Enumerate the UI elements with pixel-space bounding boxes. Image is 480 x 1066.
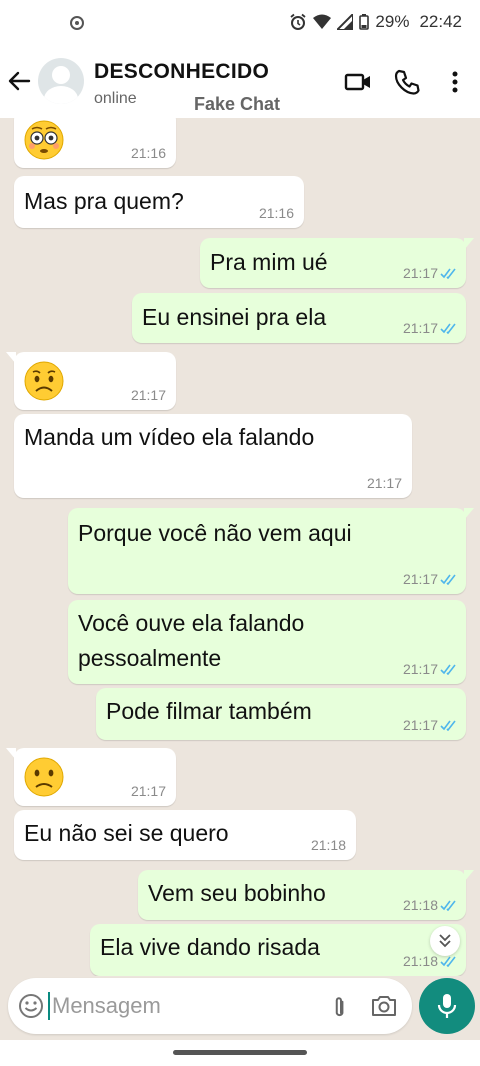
message-text: Porque você não vem aqui (78, 520, 352, 546)
message-incoming[interactable]: Manda um vídeo ela falando 21:17 (14, 414, 412, 498)
bubble-tail (464, 870, 474, 882)
message-text: Pode filmar também (106, 698, 312, 724)
message-text: Pra mim ué (210, 249, 328, 275)
message-time: 21:18 (402, 897, 438, 913)
message-outgoing[interactable]: Vem seu bobinho 21:18 (138, 870, 474, 920)
message-time: 21:17 (366, 475, 402, 491)
bubble-tail (464, 238, 474, 250)
bubble-tail (6, 748, 16, 760)
flushed-face-emoji (24, 120, 64, 160)
message-outgoing[interactable]: Ela vive dando risada 21:18 (90, 924, 466, 976)
camera-icon[interactable] (370, 993, 398, 1019)
message-outgoing[interactable]: Pra mim ué 21:17 (200, 238, 474, 288)
status-bar: 29% 22:42 (0, 0, 480, 46)
attach-icon[interactable] (328, 993, 354, 1019)
message-incoming[interactable]: Mas pra quem? 21:16 (14, 176, 304, 228)
message-incoming[interactable]: Eu não sei se quero 21:18 (14, 810, 356, 860)
signal-icon (337, 14, 354, 30)
message-composer (8, 978, 412, 1034)
message-time: 21:17 (402, 717, 438, 733)
home-gesture-handle[interactable] (173, 1050, 307, 1055)
slightly-frowning-face-emoji (24, 757, 64, 797)
read-ticks-icon (440, 956, 456, 967)
alarm-icon (290, 13, 306, 30)
video-call-icon[interactable] (344, 68, 372, 96)
emoji-picker-icon[interactable] (18, 993, 44, 1019)
message-text: Eu ensinei pra ela (142, 304, 327, 330)
status-icons: 29% 22:42 (289, 12, 462, 32)
chat-header: DESCONHECIDO online Fake Chat (0, 46, 480, 118)
message-text: Ela vive dando risada (100, 934, 320, 960)
message-text: Eu não sei se quero (24, 820, 229, 846)
avatar[interactable] (38, 58, 84, 104)
message-text: Vem seu bobinho (148, 880, 326, 906)
message-time: 21:17 (130, 387, 166, 403)
message-text: Mas pra quem? (24, 188, 184, 214)
system-navigation-bar (0, 1040, 480, 1066)
message-input[interactable] (52, 988, 312, 1024)
read-ticks-icon (440, 900, 456, 911)
message-incoming[interactable]: 21:17 (6, 748, 176, 806)
chat-area[interactable]: 21:16 Mas pra quem? 21:16 Pra mim ué 21:… (0, 118, 480, 976)
contact-name[interactable]: DESCONHECIDO (94, 60, 269, 84)
wifi-icon (313, 14, 332, 29)
bubble-tail (6, 352, 16, 364)
message-incoming[interactable]: 21:16 (14, 118, 176, 168)
message-text-line1: Você ouve ela falando (78, 610, 305, 636)
contact-status: online (94, 90, 137, 107)
camera-dot-icon (70, 16, 84, 30)
message-time: 21:17 (402, 571, 438, 587)
worried-face-emoji (24, 361, 64, 401)
clock: 22:42 (419, 12, 462, 31)
message-time: 21:17 (402, 661, 438, 677)
message-time: 21:16 (258, 205, 294, 221)
text-cursor (48, 992, 50, 1020)
message-time: 21:17 (402, 320, 438, 336)
bubble-tail (464, 508, 474, 520)
message-time: 21:17 (130, 783, 166, 799)
message-outgoing[interactable]: Eu ensinei pra ela 21:17 (132, 293, 466, 343)
read-ticks-icon (440, 664, 456, 675)
more-options-icon[interactable] (441, 68, 469, 96)
double-chevron-down-icon (439, 934, 451, 948)
message-text-line2: pessoalmente (78, 645, 222, 671)
message-outgoing[interactable]: Porque você não vem aqui 21:17 (68, 508, 474, 594)
read-ticks-icon (440, 323, 456, 334)
scroll-to-bottom-button[interactable] (430, 926, 460, 956)
message-incoming[interactable]: 21:17 (6, 352, 176, 410)
watermark-text: Fake Chat (194, 94, 281, 114)
message-time: 21:17 (402, 265, 438, 281)
message-text: Manda um vídeo ela falando (24, 424, 315, 450)
message-outgoing[interactable]: Pode filmar também 21:17 (96, 688, 466, 740)
voice-message-button[interactable] (419, 978, 475, 1034)
battery-icon (359, 14, 370, 30)
message-time: 21:16 (130, 145, 166, 161)
read-ticks-icon (440, 574, 456, 585)
read-ticks-icon (440, 720, 456, 731)
phone-call-icon[interactable] (393, 68, 421, 96)
battery-level: 29% (375, 12, 410, 31)
back-arrow-icon[interactable] (6, 68, 32, 94)
microphone-icon (437, 994, 457, 1018)
message-time: 21:18 (310, 837, 346, 853)
read-ticks-icon (440, 268, 456, 279)
message-outgoing[interactable]: Você ouve ela falando pessoalmente 21:17 (68, 600, 466, 684)
